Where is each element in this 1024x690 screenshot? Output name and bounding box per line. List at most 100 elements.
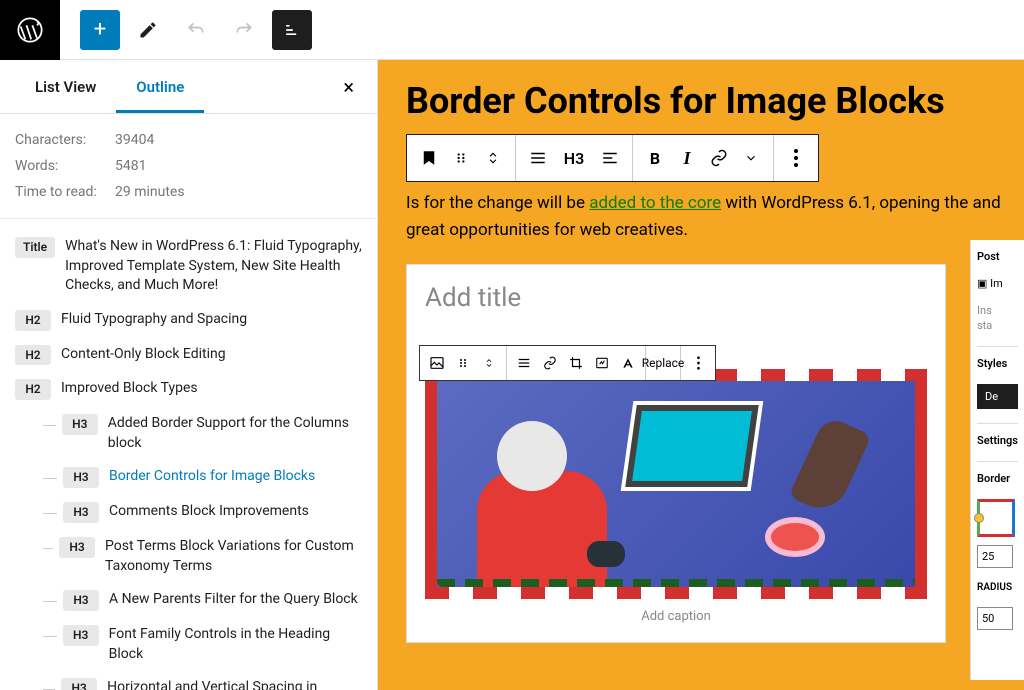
link-icon[interactable] — [537, 348, 563, 378]
outline-item-text[interactable]: What's New in WordPress 6.1: Fluid Typog… — [65, 237, 362, 296]
stat-label: Characters: — [15, 132, 115, 148]
drag-handle-icon[interactable] — [450, 348, 476, 378]
outline-item[interactable]: H3 Border Controls for Image Blocks — [15, 467, 362, 488]
sidebar-tabs: List View Outline × — [0, 60, 377, 114]
outline-item-text[interactable]: Horizontal and Vertical Spacing in Galle… — [107, 678, 362, 690]
outline-item[interactable]: H3 Added Border Support for the Columns b… — [15, 414, 362, 453]
stat-label: Time to read: — [15, 184, 115, 200]
image-preview[interactable] — [425, 369, 927, 599]
outline-item[interactable]: H3 A New Parents Filter for the Query Blo… — [15, 590, 362, 611]
link-icon[interactable] — [703, 140, 735, 176]
editor-canvas: Border Controls for Image Blocks H3 B I — [378, 60, 1024, 690]
section-styles: Styles — [977, 346, 1018, 370]
outline-level-badge: H2 — [15, 345, 51, 366]
outline-item-text[interactable]: Improved Block Types — [61, 379, 198, 399]
duotone-icon[interactable] — [589, 348, 615, 378]
outline-level-badge: H3 — [63, 590, 99, 611]
more-options-icon[interactable] — [685, 348, 711, 378]
main-layout: List View Outline × Characters: 39404 Wo… — [0, 60, 1024, 690]
outline-item[interactable]: H3Font Family Controls in the Heading Bl… — [15, 625, 362, 664]
add-block-button[interactable]: + — [80, 10, 120, 50]
heading-level-button[interactable]: H3 — [554, 140, 594, 176]
italic-button[interactable]: I — [671, 140, 703, 176]
illustration — [437, 381, 915, 587]
move-arrows-icon[interactable] — [476, 348, 502, 378]
outline-item-text[interactable]: Post Terms Block Variations for Custom T… — [105, 537, 362, 576]
top-toolbar: + — [0, 0, 1024, 60]
help-text: Ins — [977, 304, 1018, 317]
outline-item-text[interactable]: Content-Only Block Editing — [61, 345, 226, 365]
toolbar-group-align: H3 — [516, 135, 633, 181]
default-style-button[interactable]: De — [977, 384, 1018, 409]
stat-value: 39404 — [115, 132, 154, 148]
chevron-down-icon[interactable] — [735, 140, 767, 176]
tab-outline[interactable]: Outline — [116, 62, 204, 112]
page-heading: Border Controls for Image Blocks — [406, 80, 1024, 122]
bold-button[interactable]: B — [639, 140, 671, 176]
tab-list-view[interactable]: List View — [15, 62, 116, 112]
toolbar-group-more — [774, 135, 818, 181]
block-label: ▣ Im — [977, 277, 1018, 290]
outline-level-badge: H2 — [15, 310, 51, 331]
border-visual-control[interactable] — [977, 499, 1015, 537]
paragraph-text[interactable]: Is for the change will be added to the c… — [406, 190, 1024, 244]
align-icon[interactable] — [511, 348, 537, 378]
outline-item[interactable]: H3Horizontal and Vertical Spacing in Gal… — [15, 678, 362, 690]
stat-value: 5481 — [115, 158, 146, 174]
topbar-buttons: + — [60, 10, 312, 50]
outline-item-text[interactable]: Comments Block Improvements — [109, 502, 309, 522]
stat-words: Words: 5481 — [15, 158, 362, 174]
outline-item-text[interactable]: Fluid Typography and Spacing — [61, 310, 247, 330]
outline-level-badge: H3 — [59, 537, 95, 558]
image-icon[interactable] — [424, 348, 450, 378]
nested-title-placeholder[interactable]: Add title — [425, 283, 927, 313]
image-caption-placeholder[interactable]: Add caption — [425, 609, 927, 624]
text-align-icon[interactable] — [594, 140, 626, 176]
stat-time: Time to read: 29 minutes — [15, 184, 362, 200]
close-icon[interactable]: × — [335, 67, 362, 107]
list-view-icon[interactable] — [272, 10, 312, 50]
outline-item[interactable]: H3 Comments Block Improvements — [15, 502, 362, 523]
more-options-icon[interactable] — [780, 140, 812, 176]
outline-level-badge: H3 — [63, 502, 99, 523]
outline-item[interactable]: H2Improved Block Types — [15, 379, 362, 400]
undo-icon[interactable] — [176, 10, 216, 50]
settings-sidebar: Post ▣ Im Ins sta Styles De Settings Bor… — [970, 240, 1024, 680]
move-arrows-icon[interactable] — [477, 140, 509, 176]
outline-item[interactable]: Title What's New in WordPress 6.1: Fluid … — [15, 237, 362, 296]
outline-list: Title What's New in WordPress 6.1: Fluid … — [0, 219, 377, 690]
document-stats: Characters: 39404 Words: 5481 Time to re… — [0, 114, 377, 219]
edit-icon[interactable] — [128, 10, 168, 50]
outline-item-text[interactable]: Font Family Controls in the Heading Bloc… — [109, 625, 362, 664]
outline-level-badge: Title — [15, 237, 55, 258]
toolbar-group-block — [407, 135, 516, 181]
align-icon[interactable] — [522, 140, 554, 176]
text-overlay-icon[interactable] — [615, 348, 641, 378]
tab-post[interactable]: Post — [977, 250, 1018, 263]
outline-item[interactable]: H3 Post Terms Block Variations for Custom… — [15, 537, 362, 576]
drag-handle-icon[interactable] — [445, 140, 477, 176]
image-block-toolbar: Replace — [419, 345, 716, 381]
content-link[interactable]: added to the core — [589, 193, 721, 213]
outline-item-text[interactable]: Added Border Support for the Columns blo… — [108, 414, 362, 453]
replace-button[interactable]: Replace — [650, 348, 676, 378]
sidebar-panel: List View Outline × Characters: 39404 Wo… — [0, 60, 378, 690]
wordpress-logo[interactable] — [0, 0, 60, 60]
text-span: Is for the change will be — [406, 193, 589, 213]
block-type-icon[interactable] — [413, 140, 445, 176]
outline-item[interactable]: H2 Content-Only Block Editing — [15, 345, 362, 366]
outline-item-text[interactable]: Border Controls for Image Blocks — [109, 467, 315, 487]
border-radius-input[interactable] — [977, 607, 1013, 630]
outline-item[interactable]: H2 Fluid Typography and Spacing — [15, 310, 362, 331]
section-radius: RADIUS — [977, 582, 1018, 593]
block-toolbar: H3 B I — [406, 134, 819, 182]
outline-item-text[interactable]: A New Parents Filter for the Query Block — [109, 590, 358, 610]
nested-example-block: Add title Replace — [406, 264, 946, 643]
outline-level-badge: H3 — [63, 467, 99, 488]
outline-level-badge: H3 — [62, 414, 98, 435]
crop-icon[interactable] — [563, 348, 589, 378]
redo-icon[interactable] — [224, 10, 264, 50]
border-width-input[interactable] — [977, 545, 1013, 568]
stat-label: Words: — [15, 158, 115, 174]
stat-characters: Characters: 39404 — [15, 132, 362, 148]
